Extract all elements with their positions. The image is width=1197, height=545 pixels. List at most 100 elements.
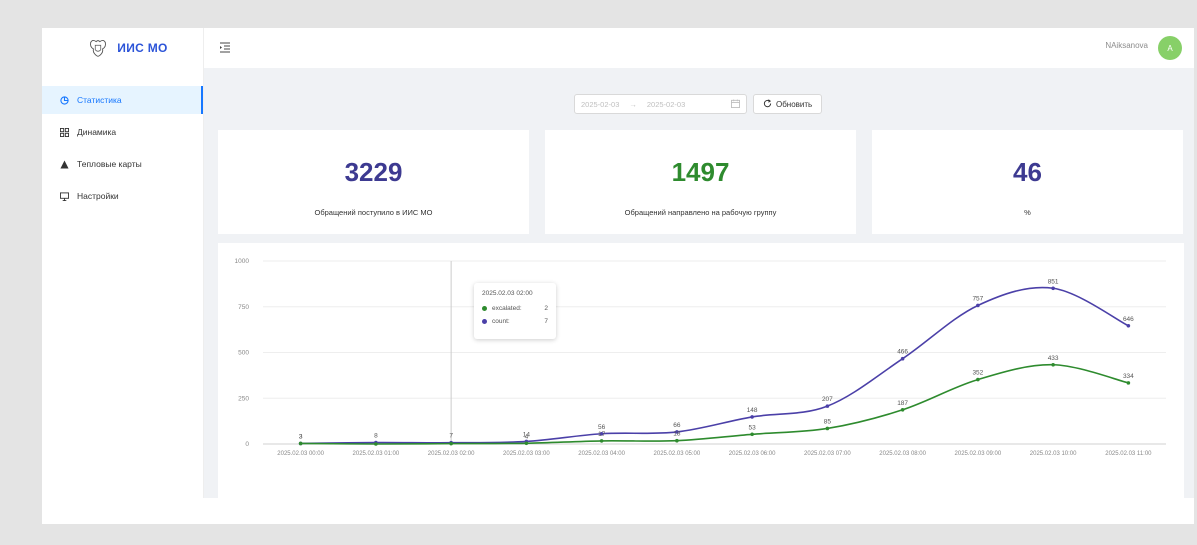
avatar[interactable]: A [1158, 36, 1182, 60]
stat-card-percent: 46 % [872, 130, 1183, 234]
menu-fold-icon[interactable] [219, 40, 231, 53]
x-tick-label: 2025.02.03 01:00 [353, 451, 400, 457]
sidebar-item-dynamics[interactable]: Динамика [42, 118, 203, 146]
data-label-excalated: 17 [598, 431, 606, 438]
y-tick-label: 0 [245, 441, 249, 448]
stat-value: 1497 [671, 157, 730, 187]
legend-dot [482, 319, 487, 324]
stat-value: 3229 [344, 157, 403, 187]
data-label-excalated: 352 [972, 370, 983, 377]
sidebar-item-label: Статистика [77, 95, 122, 105]
sidebar-item-label: Динамика [77, 127, 117, 137]
data-point-excalated [1051, 362, 1055, 367]
data-point-excalated [750, 432, 754, 437]
stat-caption: Обращений поступило в ИИС МО [314, 208, 433, 217]
coat-of-arms-icon [90, 39, 107, 57]
y-tick-label: 500 [238, 350, 249, 357]
line-chart-panel: 0 250 500 750 1000 2025.02.03 00:00 2025.02.03… [218, 243, 1184, 503]
data-point-count [976, 303, 980, 308]
data-label-count: 646 [1123, 316, 1134, 323]
calendar-icon[interactable] [731, 98, 740, 110]
data-point-excalated [524, 441, 529, 446]
tooltip-row: excalated: 2 [482, 305, 548, 312]
stat-caption: Обращений направлено на рабочую группу [624, 208, 777, 217]
series-line-count [300, 286, 1129, 445]
stat-caption: % [1024, 208, 1031, 217]
arrow-right-icon: → [629, 99, 637, 109]
tooltip-value: 2 [544, 305, 548, 312]
data-label-count: 207 [822, 396, 833, 403]
monitor-icon [59, 191, 69, 201]
x-tick-label: 2025.02.03 03:00 [503, 451, 550, 457]
series-line-excalated [300, 363, 1129, 445]
tooltip-label: count: [492, 318, 510, 325]
data-label-count: 466 [897, 349, 908, 356]
legend-dot [482, 306, 487, 311]
refresh-button[interactable]: Обновить [753, 94, 823, 114]
data-label-count: 66 [673, 422, 681, 429]
stat-card-received: 3229 Обращений поступило в ИИС МО [218, 130, 529, 234]
data-point-count [900, 356, 905, 361]
tooltip-title: 2025.02.03 02:00 [482, 290, 533, 297]
data-point-excalated [298, 441, 303, 446]
date-range-picker[interactable]: 2025-02-03 → 2025-02-03 [574, 94, 747, 114]
refresh-label: Обновить [776, 99, 813, 109]
stat-value: 46 [1013, 157, 1042, 187]
date-from[interactable]: 2025-02-03 [581, 100, 619, 109]
line-chart[interactable]: 0 250 500 750 1000 2025.02.03 00:00 2025.02.03… [218, 243, 1184, 503]
x-tick-label: 2025.02.03 07:00 [804, 451, 851, 457]
y-tick-label: 250 [238, 395, 249, 402]
data-point-excalated [900, 407, 905, 412]
x-tick-label: 2025.02.03 05:00 [654, 451, 701, 457]
tooltip-value: 7 [544, 318, 548, 325]
data-label-count: 148 [747, 407, 758, 414]
data-label-excalated: 18 [673, 431, 681, 438]
date-to[interactable]: 2025-02-03 [647, 100, 685, 109]
data-point-count [825, 404, 830, 408]
sidebar-item-heatmaps[interactable]: Тепловые карты [42, 150, 203, 178]
data-label-excalated: 4 [525, 433, 529, 440]
date-filter: 2025-02-03 → 2025-02-03 Обновить [574, 94, 823, 114]
data-label-excalated: 187 [897, 400, 908, 407]
data-point-excalated [449, 441, 453, 446]
x-tick-label: 2025.02.03 04:00 [578, 451, 625, 457]
sidebar-menu: Статистика Динамика Тепловые карты Настр… [42, 86, 203, 210]
data-point-count [750, 415, 754, 419]
data-point-excalated [825, 426, 830, 431]
sidebar-item-settings[interactable]: Настройки [42, 182, 203, 210]
top-bar: NAiksanova A [204, 28, 1194, 68]
data-label-count: 56 [598, 424, 606, 431]
tooltip-row: count: 7 [482, 318, 548, 325]
x-tick-label: 2025.02.03 06:00 [729, 451, 776, 457]
data-label-count: 7 [449, 433, 453, 440]
x-tick-label: 2025.02.03 00:00 [277, 451, 324, 457]
data-point-excalated [1126, 381, 1131, 385]
data-point-count [1126, 323, 1131, 328]
y-tick-label: 750 [238, 304, 249, 311]
triangle-icon [59, 159, 69, 169]
data-point-count [1051, 286, 1055, 291]
data-label-count: 8 [374, 433, 378, 440]
x-tick-label: 2025.02.03 09:00 [955, 451, 1002, 457]
data-point-excalated [374, 442, 378, 446]
pie-chart-icon [59, 95, 69, 105]
user-name[interactable]: NAiksanova [1105, 41, 1148, 50]
data-point-excalated [976, 377, 980, 382]
sidebar-item-label: Тепловые карты [77, 159, 142, 169]
data-point-excalated [675, 438, 679, 443]
data-label-excalated: 85 [824, 418, 832, 425]
data-label-count: 757 [972, 295, 983, 302]
sidebar: ИИС МО Статистика Динамика Тепловые карт… [42, 28, 204, 498]
y-tick-label: 1000 [235, 258, 250, 265]
x-tick-label: 2025.02.03 10:00 [1030, 451, 1077, 457]
app-logo[interactable]: ИИС МО [42, 28, 203, 68]
data-label-excalated: 53 [749, 424, 757, 431]
data-label-excalated: 334 [1123, 373, 1134, 380]
x-tick-label: 2025.02.03 11:00 [1105, 451, 1152, 457]
dashboard-grid-icon [59, 127, 69, 137]
main-content: NAiksanova A 2025-02-03 → 2025-02-03 Обн… [204, 28, 1194, 503]
sidebar-item-statistics[interactable]: Статистика [42, 86, 203, 114]
app-window: ИИС МО Статистика Динамика Тепловые карт… [42, 28, 1194, 524]
data-label-excalated: 3 [299, 433, 303, 440]
app-title: ИИС МО [117, 41, 168, 55]
